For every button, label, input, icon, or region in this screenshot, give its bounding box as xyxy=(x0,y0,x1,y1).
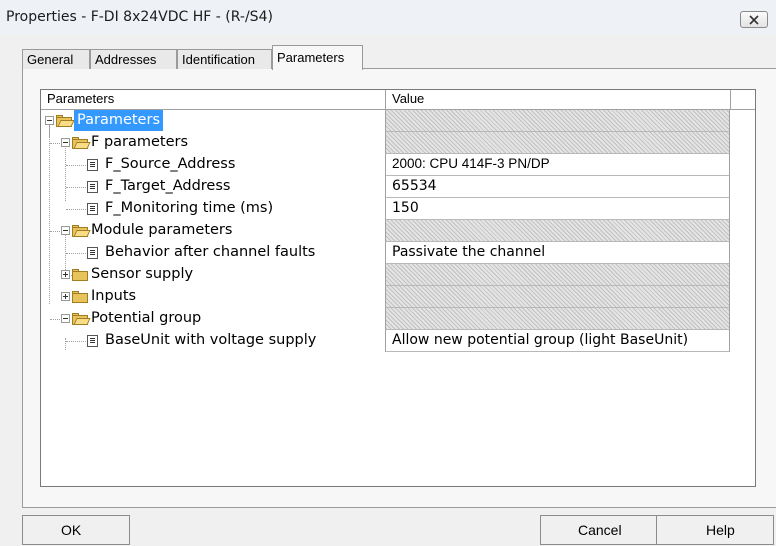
value-cell xyxy=(385,264,730,286)
tree-row-label: Inputs xyxy=(91,288,137,304)
parameter-icon xyxy=(87,203,98,215)
tree-row-parameters[interactable]: Parameters xyxy=(41,110,731,132)
value-cell[interactable]: Allow new potential group (light BaseUni… xyxy=(385,330,730,352)
tree-row-f-source-address[interactable]: F_Source_Address 2000: CPU 414F-3 PN/DP xyxy=(41,154,731,176)
tree-row-label: Sensor supply xyxy=(91,266,194,282)
collapse-icon[interactable] xyxy=(61,314,70,323)
tree-row-label: F_Target_Address xyxy=(105,178,231,194)
folder-closed-icon xyxy=(72,291,89,303)
value-cell[interactable]: 2000: CPU 414F-3 PN/DP xyxy=(385,154,730,176)
value-cell xyxy=(385,286,730,308)
tab-identification[interactable]: Identification xyxy=(177,49,272,69)
parameter-icon xyxy=(87,159,98,171)
value-cell[interactable]: Passivate the channel xyxy=(385,242,730,264)
folder-open-icon xyxy=(72,137,91,149)
tree-row-label: BaseUnit with voltage supply xyxy=(105,332,317,348)
value-cell xyxy=(385,308,730,330)
tree-row-inputs[interactable]: Inputs xyxy=(41,286,731,308)
expand-icon[interactable] xyxy=(61,270,70,279)
tree-row-f-parameters[interactable]: F parameters xyxy=(41,132,731,154)
tree-row-behavior-after-channel-faults[interactable]: Behavior after channel faults Passivate … xyxy=(41,242,731,264)
help-button[interactable]: Help xyxy=(656,515,774,545)
collapse-icon[interactable] xyxy=(61,226,70,235)
tree-row-label: Potential group xyxy=(91,310,202,326)
column-header-value[interactable]: Value xyxy=(386,90,731,109)
folder-open-icon xyxy=(72,313,91,325)
title-bar[interactable]: Properties - F-DI 8x24VDC HF - (R-/S4) xyxy=(0,0,776,34)
folder-open-icon xyxy=(72,225,91,237)
tree-row-label: F parameters xyxy=(91,134,189,150)
table-header: Parameters Value xyxy=(41,90,755,110)
ok-button[interactable]: OK xyxy=(22,515,130,545)
expand-icon[interactable] xyxy=(61,292,70,301)
tab-general[interactable]: General xyxy=(22,49,90,69)
collapse-icon[interactable] xyxy=(61,138,70,147)
tree-row-label: Module parameters xyxy=(91,222,233,238)
tab-addresses[interactable]: Addresses xyxy=(90,49,177,69)
tree-row-label: Parameters xyxy=(74,110,163,131)
tree-row-label: F_Source_Address xyxy=(105,156,236,172)
parameters-table[interactable]: Parameters Value Parameters F parameters xyxy=(40,89,756,487)
tree-row-sensor-supply[interactable]: Sensor supply xyxy=(41,264,731,286)
value-cell xyxy=(385,220,730,242)
close-icon xyxy=(749,14,759,25)
value-cell[interactable]: 150 xyxy=(385,198,730,220)
tree-row-f-target-address[interactable]: F_Target_Address 65534 xyxy=(41,176,731,198)
tree-row-label: F_Monitoring time (ms) xyxy=(105,200,274,216)
folder-closed-icon xyxy=(72,269,89,281)
tab-parameters[interactable]: Parameters xyxy=(272,45,363,70)
window-title: Properties - F-DI 8x24VDC HF - (R-/S4) xyxy=(6,9,273,25)
collapse-icon[interactable] xyxy=(45,116,54,125)
parameter-icon xyxy=(87,181,98,193)
tree-row-baseunit-voltage-supply[interactable]: BaseUnit with voltage supply Allow new p… xyxy=(41,330,731,352)
column-header-parameters[interactable]: Parameters xyxy=(41,90,386,109)
cancel-button[interactable]: Cancel xyxy=(540,515,657,545)
parameter-icon xyxy=(87,335,98,347)
close-button[interactable] xyxy=(740,11,768,28)
value-cell xyxy=(385,110,730,132)
tree-row-label: Behavior after channel faults xyxy=(105,244,316,260)
folder-open-icon xyxy=(56,115,75,127)
parameter-icon xyxy=(87,247,98,259)
tree-row-f-monitoring-time[interactable]: F_Monitoring time (ms) 150 xyxy=(41,198,731,220)
tree-row-potential-group[interactable]: Potential group xyxy=(41,308,731,330)
tree-row-module-parameters[interactable]: Module parameters xyxy=(41,220,731,242)
value-cell[interactable]: 65534 xyxy=(385,176,730,198)
value-cell xyxy=(385,132,730,154)
